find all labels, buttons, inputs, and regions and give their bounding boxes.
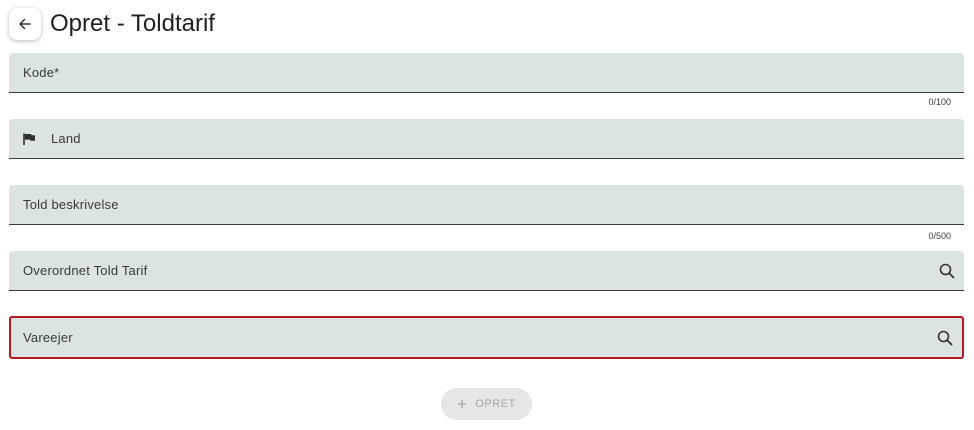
land-field[interactable]: Land [9, 119, 964, 159]
page-title: Opret - Toldtarif [50, 10, 215, 37]
kode-counter: 0/100 [928, 97, 951, 107]
told-beskrivelse-label: Told beskrivelse [23, 197, 119, 212]
arrow-left-icon [19, 18, 31, 30]
kode-field[interactable]: Kode* [9, 53, 964, 93]
overordnet-told-tarif-field[interactable]: Overordnet Told Tarif [9, 251, 964, 291]
land-label: Land [51, 131, 81, 146]
vareejer-field[interactable]: Vareejer [9, 316, 964, 359]
search-icon[interactable] [938, 262, 956, 280]
vareejer-label: Vareejer [23, 330, 73, 345]
told-beskrivelse-counter: 0/500 [928, 231, 951, 241]
create-button[interactable]: OPRET [441, 388, 532, 420]
search-icon[interactable] [936, 329, 954, 347]
kode-label: Kode* [23, 65, 60, 80]
create-button-label: OPRET [475, 398, 516, 410]
flag-icon [23, 133, 35, 145]
plus-icon [458, 400, 467, 408]
told-beskrivelse-field[interactable]: Told beskrivelse [9, 185, 964, 225]
back-button[interactable] [9, 8, 41, 40]
overordnet-told-tarif-label: Overordnet Told Tarif [23, 263, 148, 278]
